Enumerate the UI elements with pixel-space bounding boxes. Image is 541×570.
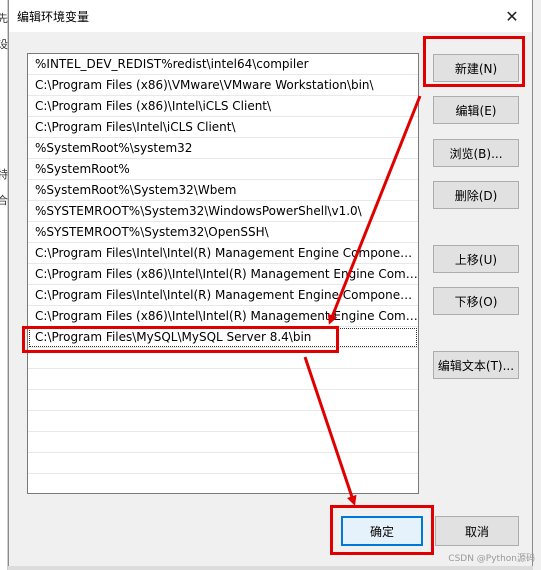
- list-item-empty[interactable]: [28, 411, 418, 432]
- dialog-bottom-edge: [8, 566, 533, 570]
- background-glyph: 先: [0, 12, 8, 25]
- list-item-empty[interactable]: [28, 453, 418, 474]
- list-item-selected[interactable]: C:\Program Files\MySQL\MySQL Server 8.4\…: [28, 327, 418, 348]
- dialog-title: 编辑环境变量: [17, 10, 90, 24]
- new-button[interactable]: 新建(N): [433, 54, 519, 82]
- list-item[interactable]: C:\Program Files (x86)\Intel\Intel(R) Ma…: [28, 264, 418, 285]
- background-glyph: 特: [0, 168, 8, 181]
- edit-text-button[interactable]: 编辑文本(T)...: [433, 351, 519, 379]
- list-item[interactable]: %SystemRoot%\system32: [28, 138, 418, 159]
- background-window-edge: 先 设 特 合: [0, 0, 8, 570]
- background-glyph: 设: [0, 38, 8, 51]
- list-item-empty[interactable]: [28, 474, 418, 493]
- ok-button[interactable]: 确定: [341, 516, 423, 546]
- list-item[interactable]: %SYSTEMROOT%\System32\OpenSSH\: [28, 222, 418, 243]
- move-up-button[interactable]: 上移(U): [433, 245, 519, 273]
- browse-button[interactable]: 浏览(B)...: [433, 139, 519, 167]
- list-item[interactable]: %SystemRoot%\System32\Wbem: [28, 180, 418, 201]
- list-item[interactable]: C:\Program Files\Intel\Intel(R) Manageme…: [28, 243, 418, 264]
- edit-environment-variable-dialog: 编辑环境变量 ✕ %INTEL_DEV_REDIST%redist\intel6…: [8, 0, 533, 570]
- list-item[interactable]: C:\Program Files (x86)\Intel\iCLS Client…: [28, 96, 418, 117]
- close-button[interactable]: ✕: [492, 0, 532, 32]
- background-glyph: 合: [0, 194, 8, 207]
- cancel-button[interactable]: 取消: [435, 516, 519, 546]
- title-bar[interactable]: 编辑环境变量 ✕: [9, 0, 532, 32]
- watermark: CSDN @Python源码: [448, 554, 535, 564]
- list-item-empty[interactable]: [28, 432, 418, 453]
- list-item[interactable]: %INTEL_DEV_REDIST%redist\intel64\compile…: [28, 54, 418, 75]
- delete-button[interactable]: 删除(D): [433, 181, 519, 209]
- list-item[interactable]: C:\Program Files (x86)\Intel\Intel(R) Ma…: [28, 306, 418, 327]
- move-down-button[interactable]: 下移(O): [433, 287, 519, 315]
- list-item[interactable]: C:\Program Files\Intel\Intel(R) Manageme…: [28, 285, 418, 306]
- list-item-empty[interactable]: [28, 390, 418, 411]
- list-item-empty[interactable]: [28, 348, 418, 369]
- list-item[interactable]: C:\Program Files (x86)\VMware\VMware Wor…: [28, 75, 418, 96]
- list-item-empty[interactable]: [28, 369, 418, 390]
- edit-button[interactable]: 编辑(E): [433, 96, 519, 124]
- list-item[interactable]: %SYSTEMROOT%\System32\WindowsPowerShell\…: [28, 201, 418, 222]
- path-list[interactable]: %INTEL_DEV_REDIST%redist\intel64\compile…: [27, 53, 419, 494]
- list-item[interactable]: C:\Program Files\Intel\iCLS Client\: [28, 117, 418, 138]
- close-icon: ✕: [505, 6, 519, 26]
- list-item[interactable]: %SystemRoot%: [28, 159, 418, 180]
